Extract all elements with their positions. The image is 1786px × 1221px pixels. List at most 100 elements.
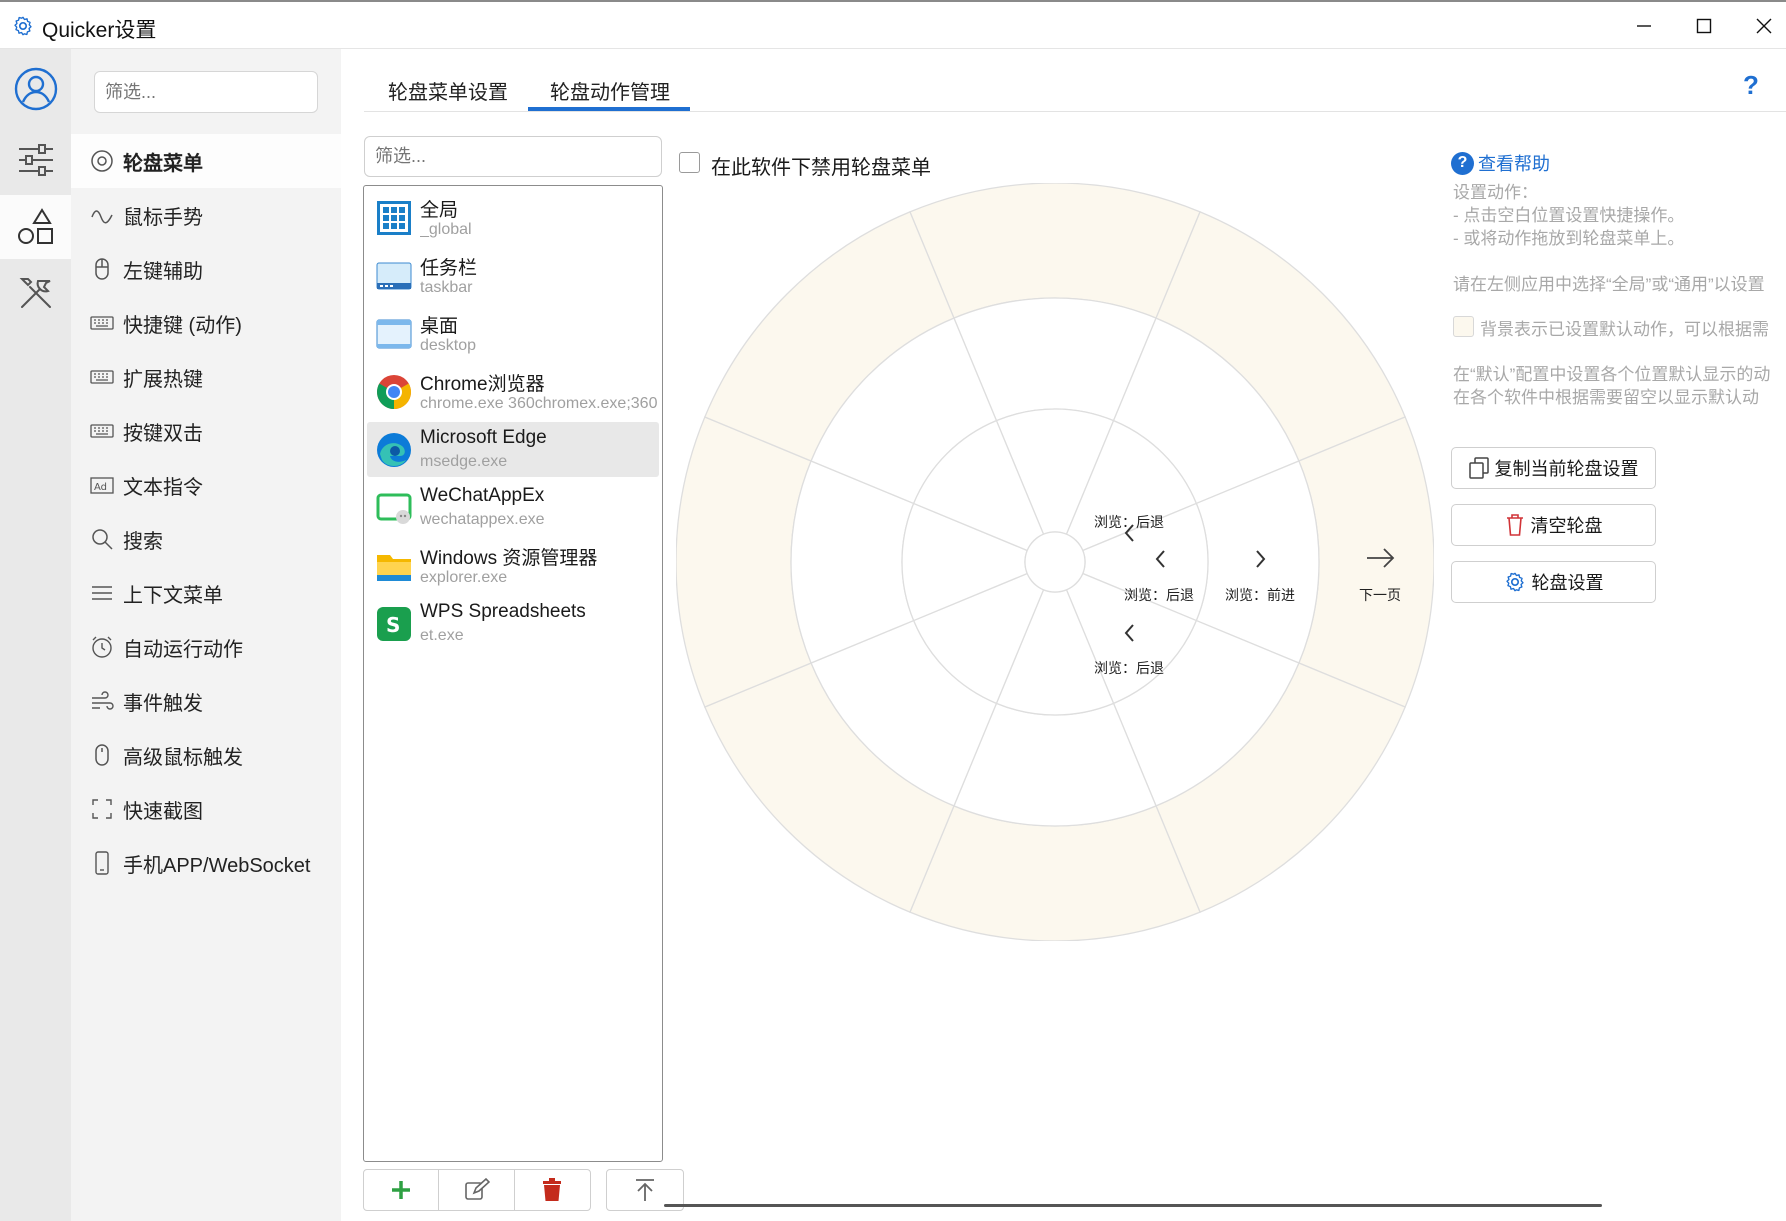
wps-spreadsheet-icon: S [377,607,411,641]
disable-wheel-checkbox[interactable] [679,152,700,173]
rail-tools[interactable] [0,261,71,325]
app-list: 全局 _global 任务栏 taskbar 桌面 desktop Chrome… [363,185,663,1162]
list-item-desktop[interactable]: 桌面 desktop [367,306,659,361]
list-item-wps[interactable]: S WPS Spreadsheets et.exe [367,596,659,651]
list-item-chrome[interactable]: Chrome浏览器 chrome.exe 360chromex.exe;360 [367,364,659,419]
app-search-input[interactable] [364,136,662,177]
phone-icon [89,850,115,876]
maximize-icon [1696,18,1712,34]
wheel-settings-button[interactable]: 轮盘设置 [1451,561,1656,603]
delete-button[interactable] [515,1170,590,1210]
add-button[interactable] [364,1170,440,1210]
view-help-link[interactable]: ? 查看帮助 [1451,150,1550,176]
plus-icon [392,1181,411,1199]
help-question-icon[interactable]: ? [1743,70,1769,100]
sidebar-item-label: 搜索 [123,530,163,553]
wheel-action-label: 下一页 [1359,587,1401,603]
help-circle-icon: ? [1451,151,1474,175]
view-help-label: 查看帮助 [1478,154,1550,174]
shapes-icon [17,208,53,244]
keyboard-icon [89,310,115,336]
gesture-wave-icon [89,202,115,228]
app-name: Windows 资源管理器 [420,548,598,569]
trash-icon [1506,514,1523,536]
maximize-button[interactable] [1684,8,1724,44]
menu-lines-icon [89,580,115,606]
sidebar-item-text-command[interactable]: Ad 文本指令 [71,458,341,512]
tab-wheel-action-management[interactable]: 轮盘动作管理 [550,76,670,105]
svg-text:Ad: Ad [94,482,107,493]
edit-button[interactable] [439,1170,515,1210]
info-line: 设置动作： [1453,183,1538,202]
app-name: WPS Spreadsheets [420,601,586,622]
app-name: 桌面 [420,316,459,337]
sidebar-item-event-trigger[interactable]: 事件触发 [71,674,341,728]
wheel-center[interactable] [1024,531,1086,593]
sidebar-item-mouse-gesture[interactable]: 鼠标手势 [71,188,341,242]
sidebar-item-label: 扩展热键 [123,368,203,391]
sidebar-item-search[interactable]: 搜索 [71,512,341,566]
sidebar-item-label: 鼠标手势 [123,206,203,229]
sidebar-item-label: 事件触发 [123,692,203,715]
list-item-explorer[interactable]: Windows 资源管理器 explorer.exe [367,538,659,593]
taskbar-icon [376,262,412,290]
app-exe: explorer.exe [420,569,508,586]
clear-wheel-button[interactable]: 清空轮盘 [1451,504,1656,546]
gear-icon [1505,572,1524,592]
sidebar-item-screenshot[interactable]: 快速截图 [71,782,341,836]
sidebar-item-left-click[interactable]: 左键辅助 [71,242,341,296]
rail-account[interactable] [0,57,71,121]
gear-icon [14,16,32,36]
horizontal-scrollbar[interactable] [664,1204,1602,1207]
minimize-button[interactable] [1624,8,1664,44]
title-bar: Quicker设置 [0,0,1786,49]
default-action-legend-swatch [1453,316,1474,337]
app-name: 任务栏 [420,258,478,279]
list-item-taskbar[interactable]: 任务栏 taskbar [367,248,659,303]
app-name: Chrome浏览器 [420,374,545,395]
app-exe: desktop [420,337,477,354]
tools-icon [19,278,51,308]
wheel-action-label: 浏览：后退 [1094,514,1164,530]
minimize-icon [1637,25,1651,27]
sidebar-item-ext-hotkey[interactable]: 扩展热键 [71,350,341,404]
wheel-menu[interactable]: 浏览：后退 浏览：后退 浏览：前进 浏览：后退 下一页 [676,183,1434,941]
desktop-icon [376,319,412,349]
rail-triggers[interactable] [0,195,71,259]
info-line: 在各个软件中根据需要留空以显示默认动 [1453,388,1759,407]
app-name: 全局 [420,200,459,221]
rail-settings[interactable] [0,128,71,192]
category-sidebar: 轮盘菜单 鼠标手势 左键辅助 快捷键 (动作) 扩展热键 按键双击 Ad 文本指… [71,49,341,1221]
wheel-settings-label: 轮盘设置 [1531,573,1604,593]
sidebar-item-label: 快速截图 [123,800,203,823]
sidebar-item-hotkey[interactable]: 快捷键 (动作) [71,296,341,350]
list-item-edge[interactable]: Microsoft Edge msedge.exe [367,422,659,477]
copy-wheel-settings-button[interactable]: 复制当前轮盘设置 [1451,447,1656,489]
tab-wheel-menu-settings[interactable]: 轮盘菜单设置 [388,76,508,105]
app-exe: et.exe [420,627,464,644]
ad-icon: Ad [89,472,115,498]
category-search-input[interactable] [94,71,318,113]
wind-icon [89,688,115,714]
list-item-global[interactable]: 全局 _global [367,190,659,245]
sidebar-item-context-menu[interactable]: 上下文菜单 [71,566,341,620]
wheel-action-label: 浏览：后退 [1094,660,1164,676]
clear-wheel-label: 清空轮盘 [1530,516,1603,536]
sidebar-item-mobile-app[interactable]: 手机APP/WebSocket [71,836,341,890]
search-icon [89,526,115,552]
screenshot-corners-icon [89,796,115,822]
sidebar-item-wheel-menu[interactable]: 轮盘菜单 [71,134,341,188]
info-line: - 点击空白位置设置快捷操作。 [1453,206,1685,225]
keyboard-icon [89,364,115,390]
sidebar-item-label: 高级鼠标触发 [123,746,243,769]
close-button[interactable] [1744,8,1784,44]
close-icon [1756,18,1772,34]
icon-rail [0,49,71,1221]
sidebar-item-auto-run[interactable]: 自动运行动作 [71,620,341,674]
list-item-wechatappex[interactable]: WeChatAppEx wechatappex.exe [367,480,659,535]
sidebar-item-adv-mouse[interactable]: 高级鼠标触发 [71,728,341,782]
app-name: WeChatAppEx [420,485,545,506]
sidebar-item-key-double[interactable]: 按键双击 [71,404,341,458]
edge-icon [377,433,411,467]
sidebar-item-label: 快捷键 (动作) [123,314,242,337]
